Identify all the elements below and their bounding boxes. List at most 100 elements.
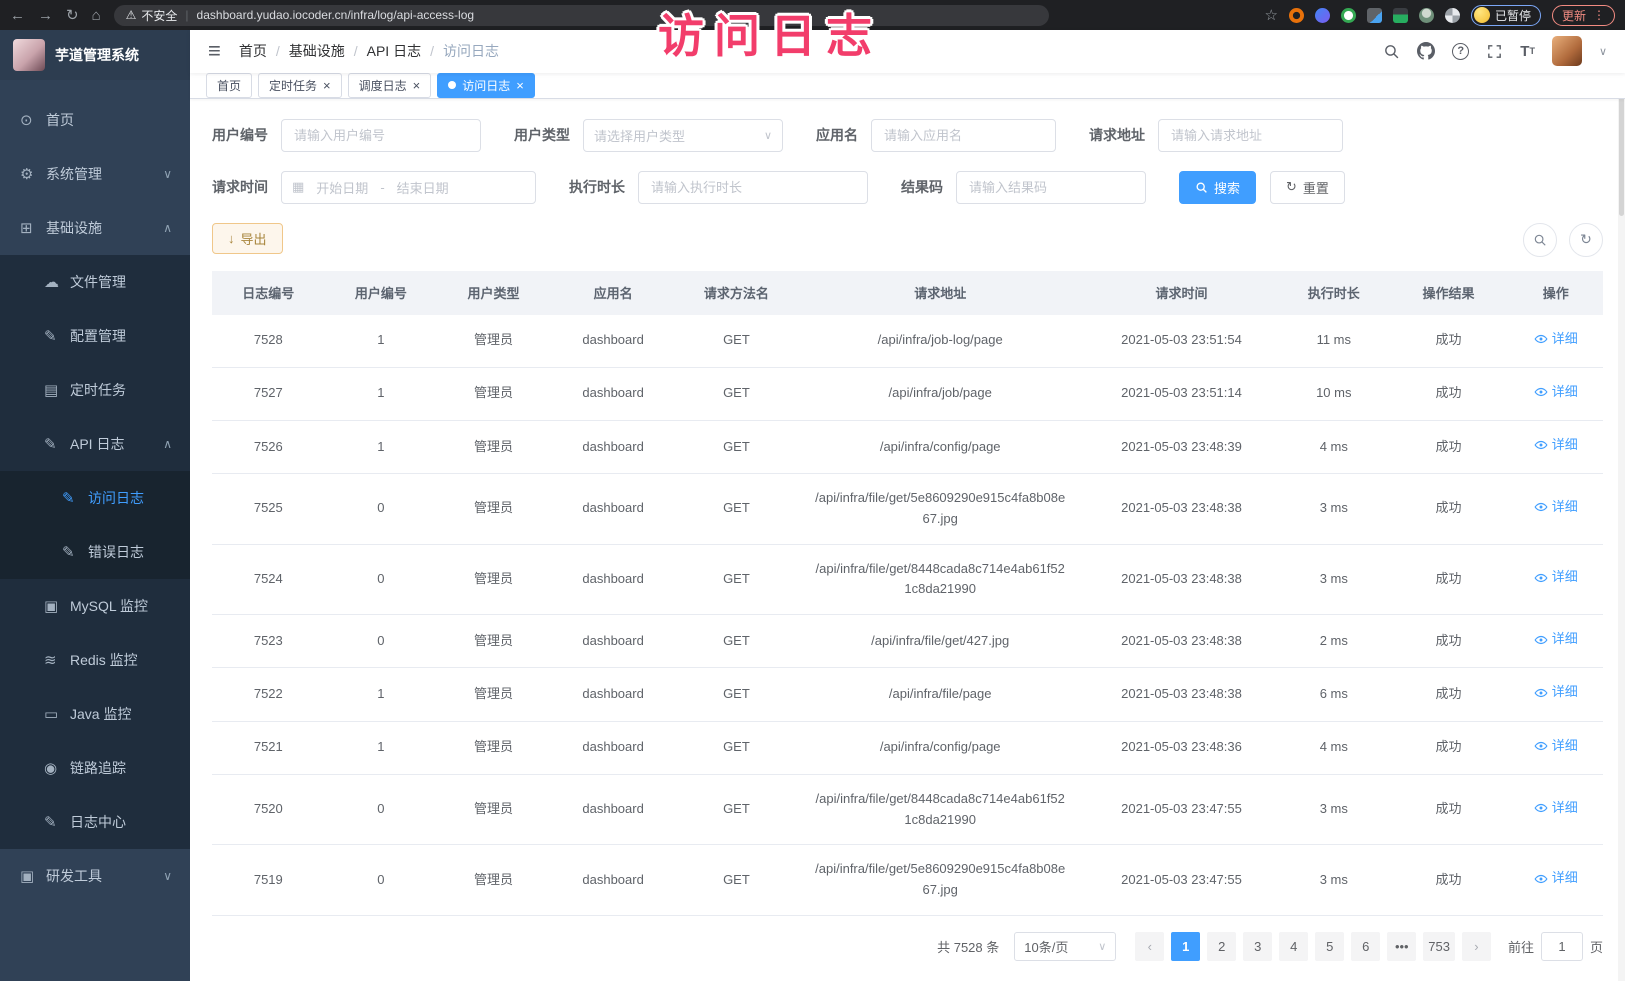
sidebar-item-file-upload[interactable]: ☁文件管理 — [0, 255, 190, 309]
refresh-table-button[interactable]: ↻ — [1569, 223, 1603, 257]
reload-icon[interactable]: ↻ — [66, 8, 79, 23]
extension-icon[interactable] — [1393, 8, 1408, 23]
update-button[interactable]: 更新 ⋮ — [1552, 5, 1615, 26]
sidebar-item-scheduled-task[interactable]: ▤定时任务 — [0, 363, 190, 417]
sidebar-item-log-center[interactable]: ✎日志中心 — [0, 795, 190, 849]
prev-page-button[interactable]: ‹ — [1135, 932, 1164, 961]
tab-定时任务[interactable]: 定时任务× — [258, 73, 342, 98]
chevron-down-icon: ∨ — [764, 129, 772, 142]
result-code-input[interactable] — [956, 171, 1146, 204]
goto-page-input[interactable] — [1541, 932, 1583, 961]
detail-link[interactable]: 详细 — [1534, 868, 1578, 889]
table-row: 75200管理员dashboardGET/api/infra/file/get/… — [212, 774, 1603, 845]
sidebar-logo[interactable]: 芋道管理系统 — [0, 30, 190, 80]
extension-icon[interactable] — [1341, 8, 1356, 23]
user-id-input[interactable] — [281, 119, 481, 152]
more-pages-button[interactable]: ••• — [1387, 932, 1416, 961]
close-icon[interactable]: × — [413, 79, 421, 92]
forward-icon[interactable]: → — [38, 8, 53, 23]
browser-menu-icon[interactable]: ⋮ — [1593, 8, 1605, 22]
search-icon[interactable] — [1383, 43, 1400, 60]
paused-badge[interactable]: 已暂停 — [1471, 5, 1541, 26]
export-button[interactable]: ↓ 导出 — [212, 223, 283, 254]
home-icon[interactable]: ⌂ — [92, 8, 101, 23]
sidebar-item-home[interactable]: ⊙首页 — [0, 93, 190, 147]
sidebar-item-access-log[interactable]: ✎访问日志 — [0, 471, 190, 525]
extension-icon[interactable] — [1419, 8, 1434, 23]
reset-button[interactable]: ↻ 重置 — [1270, 171, 1345, 204]
result-cell: 成功 — [1388, 721, 1508, 774]
detail-link[interactable]: 详细 — [1534, 736, 1578, 757]
breadcrumb-item[interactable]: 访问日志 — [443, 41, 499, 61]
detail-link[interactable]: 详细 — [1534, 329, 1578, 350]
sidebar-item-gear[interactable]: ⚙系统管理∨ — [0, 147, 190, 201]
sidebar-item-java-monitor[interactable]: ▭Java 监控 — [0, 687, 190, 741]
eye-icon — [1534, 633, 1548, 647]
detail-link[interactable]: 详细 — [1534, 682, 1578, 703]
sidebar-item-trace-eye[interactable]: ◉链路追踪 — [0, 741, 190, 795]
extension-icon[interactable] — [1367, 8, 1382, 23]
bookmark-star-icon[interactable]: ☆ — [1265, 8, 1278, 23]
detail-link[interactable]: 详细 — [1534, 629, 1578, 650]
page-button-4[interactable]: 4 — [1279, 932, 1308, 961]
close-icon[interactable]: × — [516, 79, 524, 92]
request-time-range-picker[interactable]: ▦ 开始日期 - 结束日期 — [281, 171, 536, 204]
user-type-select[interactable]: 请选择用户类型 ∨ — [583, 119, 783, 152]
back-icon[interactable]: ← — [10, 8, 25, 23]
log-id-cell: 7527 — [212, 367, 325, 420]
sidebar-item-config-edit[interactable]: ✎配置管理 — [0, 309, 190, 363]
user-id-cell: 0 — [325, 845, 438, 916]
chevron-down-icon: ∨ — [163, 869, 172, 883]
user-avatar[interactable] — [1552, 36, 1582, 66]
address-bar[interactable]: ⚠ 不安全 | dashboard.yudao.iocoder.cn/infra… — [114, 5, 1049, 26]
tab-调度日志[interactable]: 调度日志× — [348, 73, 432, 98]
sidebar-item-api-log[interactable]: ✎API 日志∧ — [0, 417, 190, 471]
detail-link[interactable]: 详细 — [1534, 497, 1578, 518]
toggle-search-button[interactable] — [1523, 223, 1557, 257]
detail-link[interactable]: 详细 — [1534, 798, 1578, 819]
security-chip[interactable]: ⚠ 不安全 — [126, 7, 178, 24]
next-page-button[interactable]: › — [1462, 932, 1491, 961]
page-button-5[interactable]: 5 — [1315, 932, 1344, 961]
tab-首页[interactable]: 首页 — [206, 73, 252, 98]
breadcrumb-item[interactable]: 首页 — [239, 41, 267, 61]
update-label: 更新 — [1562, 7, 1586, 24]
request-url-input[interactable] — [1158, 119, 1343, 152]
breadcrumb-item[interactable]: API 日志 — [367, 41, 421, 61]
extension-icon[interactable] — [1289, 8, 1304, 23]
page-button-6[interactable]: 6 — [1351, 932, 1380, 961]
detail-link[interactable]: 详细 — [1534, 567, 1578, 588]
font-size-icon[interactable]: TT — [1520, 43, 1535, 60]
github-icon[interactable] — [1417, 42, 1435, 60]
error-log-icon: ✎ — [62, 543, 88, 561]
page-button-753[interactable]: 753 — [1423, 932, 1455, 961]
chevron-down-icon[interactable]: ∨ — [1599, 45, 1607, 58]
detail-link[interactable]: 详细 — [1534, 435, 1578, 456]
detail-link[interactable]: 详细 — [1534, 382, 1578, 403]
tab-访问日志[interactable]: 访问日志× — [437, 73, 535, 98]
filter-row-2: 请求时间 ▦ 开始日期 - 结束日期 执行时长 结果码 — [212, 171, 1603, 204]
sidebar-item-label: 链路追踪 — [70, 758, 126, 778]
page-button-2[interactable]: 2 — [1207, 932, 1236, 961]
help-icon[interactable]: ? — [1452, 43, 1469, 60]
column-header: 请求地址 — [796, 271, 1083, 315]
app-name-cell: dashboard — [550, 367, 677, 420]
hamburger-icon[interactable]: ≡ — [208, 38, 221, 64]
duration-input[interactable] — [638, 171, 868, 204]
sidebar-item-error-log[interactable]: ✎错误日志 — [0, 525, 190, 579]
page-button-1[interactable]: 1 — [1171, 932, 1200, 961]
extension-icon[interactable] — [1445, 8, 1460, 23]
sidebar-item-redis-monitor[interactable]: ≋Redis 监控 — [0, 633, 190, 687]
close-icon[interactable]: × — [323, 79, 331, 92]
extension-icon[interactable] — [1315, 8, 1330, 23]
breadcrumb-item[interactable]: 基础设施 — [289, 41, 345, 61]
app-name-input[interactable] — [871, 119, 1056, 152]
sidebar-item-mysql-monitor[interactable]: ▣MySQL 监控 — [0, 579, 190, 633]
page-button-3[interactable]: 3 — [1243, 932, 1272, 961]
search-button[interactable]: 搜索 — [1179, 171, 1256, 204]
sidebar-item-dev-tools[interactable]: ▣研发工具∨ — [0, 849, 190, 903]
fullscreen-icon[interactable] — [1486, 43, 1503, 60]
page-size-select[interactable]: 10条/页 ∨ — [1014, 932, 1116, 961]
scrollbar-track[interactable] — [1618, 30, 1625, 981]
sidebar-item-infrastructure[interactable]: ⊞基础设施∧ — [0, 201, 190, 255]
